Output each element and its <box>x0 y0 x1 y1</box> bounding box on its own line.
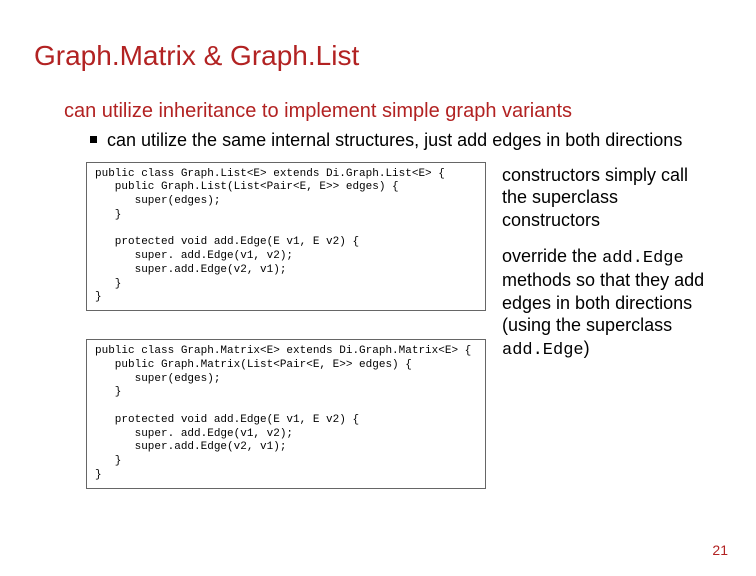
side-text-b: methods so that they add edges in both d… <box>502 270 704 335</box>
inline-code-addedge-1: add.Edge <box>602 249 684 268</box>
bullet-item: can utilize the same internal structures… <box>90 129 726 152</box>
side-note-constructors: constructors simply call the superclass … <box>502 164 712 232</box>
side-text-c: ) <box>584 338 590 358</box>
inline-code-addedge-2: add.Edge <box>502 341 584 360</box>
slide-title: Graph.Matrix & Graph.List <box>34 40 726 72</box>
content-area: public class Graph.List<E> extends Di.Gr… <box>86 162 726 489</box>
code-box-graphlist: public class Graph.List<E> extends Di.Gr… <box>86 162 486 312</box>
side-column: constructors simply call the superclass … <box>502 162 712 489</box>
slide-subtitle: can utilize inheritance to implement sim… <box>64 100 726 123</box>
bullet-marker-icon <box>90 136 97 143</box>
code-column: public class Graph.List<E> extends Di.Gr… <box>86 162 486 489</box>
side-note-override: override the add.Edge methods so that th… <box>502 245 712 361</box>
bullet-text: can utilize the same internal structures… <box>107 129 682 152</box>
code-box-graphmatrix: public class Graph.Matrix<E> extends Di.… <box>86 339 486 489</box>
page-number: 21 <box>712 542 728 558</box>
side-text-a: override the <box>502 246 602 266</box>
